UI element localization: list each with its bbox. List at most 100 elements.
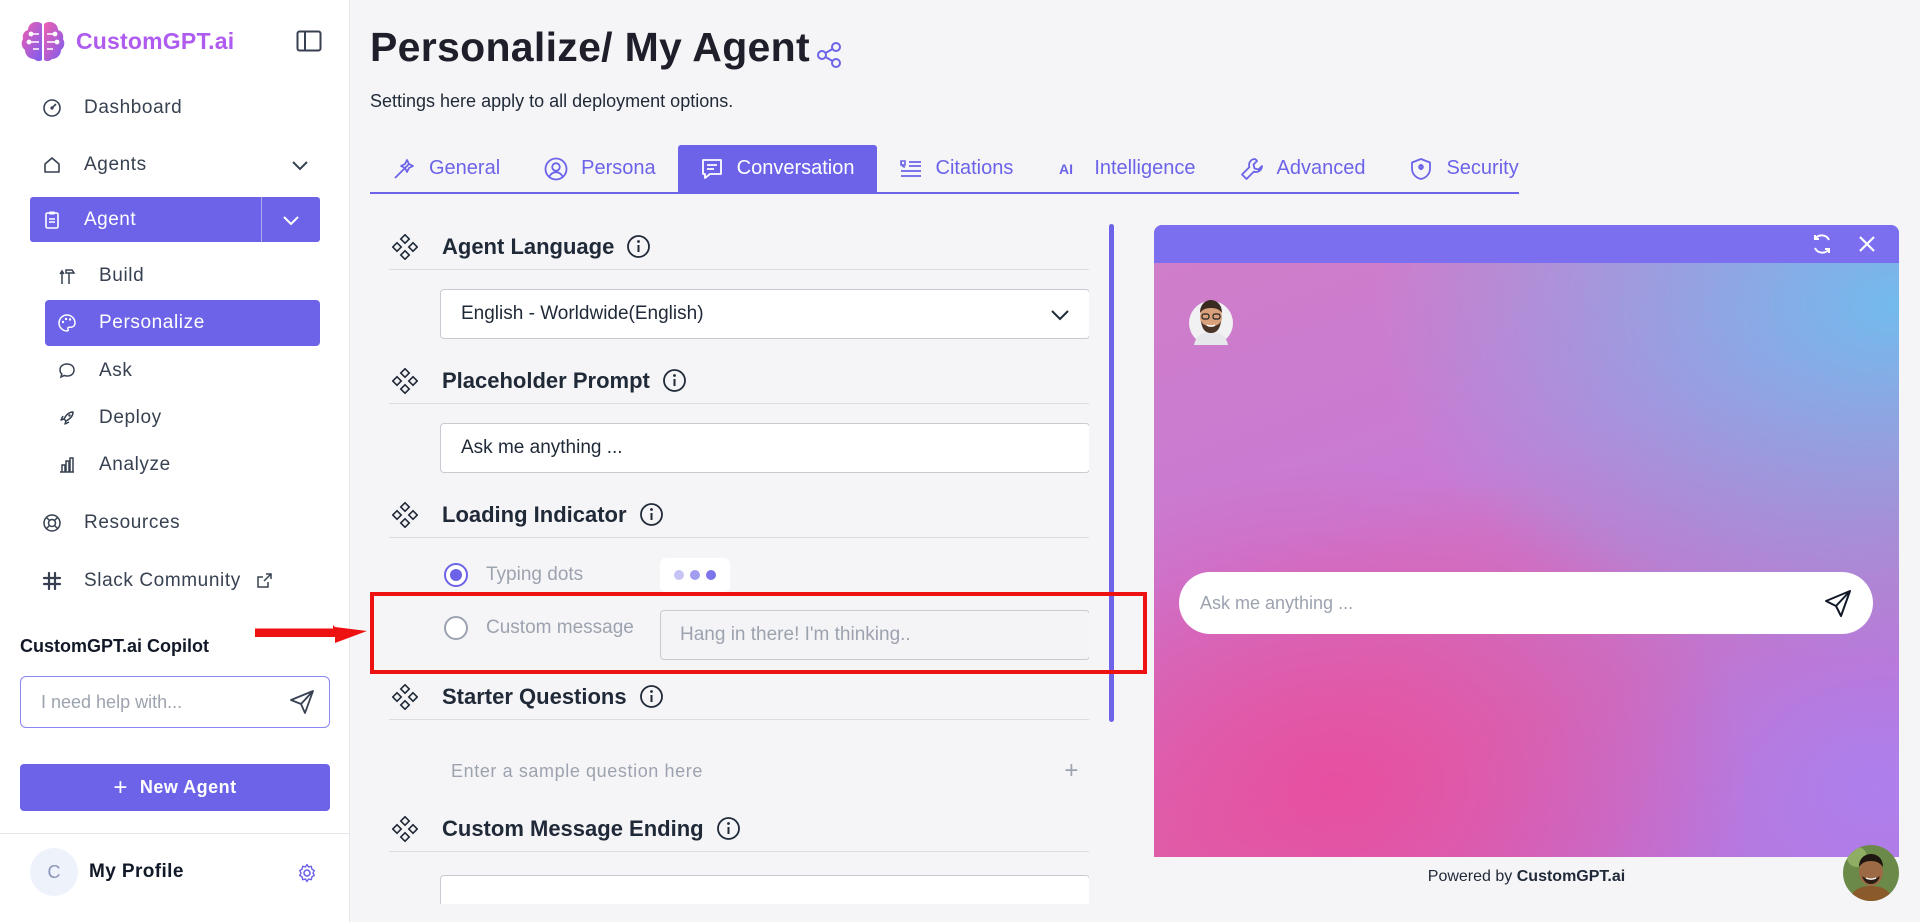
tab-label: Citations: [935, 157, 1014, 179]
send-icon[interactable]: [289, 689, 315, 715]
nav-slack-community[interactable]: Slack Community: [30, 559, 320, 603]
palette-icon: [58, 314, 76, 332]
tab-citations[interactable]: Citations: [877, 145, 1036, 192]
external-link-icon: [257, 573, 272, 588]
new-agent-label: New Agent: [139, 777, 237, 797]
chevron-down-icon[interactable]: [290, 155, 310, 175]
lifebuoy-icon: [43, 514, 61, 532]
drag-handle-icon[interactable]: [392, 815, 418, 842]
chat-bubble-icon: [59, 363, 75, 379]
dashboard-icon: [43, 99, 61, 117]
section-agent-language: Agent Language: [389, 224, 1089, 270]
section-label: Agent Language: [442, 233, 615, 259]
agent-dropdown-button[interactable]: [262, 197, 320, 242]
drag-handle-icon[interactable]: [392, 367, 418, 394]
quote-list-icon: [899, 159, 921, 177]
chevron-down-icon: [283, 215, 299, 225]
chat-input[interactable]: [1200, 592, 1823, 614]
section-message-ending: Custom Message Ending: [389, 806, 1089, 852]
tab-advanced[interactable]: Advanced: [1218, 145, 1388, 192]
ai-icon: AI: [1059, 161, 1073, 177]
close-icon[interactable]: [1856, 233, 1878, 255]
info-icon[interactable]: [716, 816, 741, 841]
nav-slack-label: Slack Community: [84, 570, 241, 591]
sample-question-placeholder[interactable]: Enter a sample question here: [451, 761, 703, 782]
copilot-title: CustomGPT.ai Copilot: [20, 636, 209, 656]
sample-question-row[interactable]: Enter a sample question here +: [451, 757, 1079, 785]
sub-item-label: Ask: [99, 360, 133, 381]
info-icon[interactable]: [639, 684, 664, 709]
tab-security[interactable]: Security: [1387, 145, 1540, 192]
settings-tabs: General Persona Conversation Citations A…: [370, 145, 1519, 194]
sidebar-toggle-icon[interactable]: [296, 30, 322, 52]
powered-brand[interactable]: CustomGPT.ai: [1517, 868, 1625, 885]
agent-avatar-icon: [1189, 300, 1233, 345]
agent-selector[interactable]: Agent: [30, 197, 320, 242]
conversation-settings: Agent Language English - Worldwide(Engli…: [389, 224, 1089, 904]
agent-selector-main[interactable]: Agent: [30, 197, 262, 242]
radio-button[interactable]: [444, 563, 468, 587]
chevron-down-icon: [1051, 310, 1069, 321]
placeholder-prompt-input[interactable]: Ask me anything ...: [440, 423, 1089, 473]
section-placeholder-prompt: Placeholder Prompt: [389, 358, 1089, 404]
brand-name: CustomGPT.ai: [76, 27, 235, 54]
copilot-input-box: [20, 676, 330, 728]
sub-item-label: Analyze: [99, 454, 171, 475]
tab-conversation[interactable]: Conversation: [677, 145, 877, 192]
nav-dashboard[interactable]: Dashboard: [30, 86, 320, 130]
wand-icon: [394, 158, 414, 179]
drag-handle-icon[interactable]: [392, 233, 418, 260]
section-starter-questions: Starter Questions: [389, 674, 1089, 720]
drag-handle-icon[interactable]: [392, 683, 418, 710]
info-icon[interactable]: [639, 502, 664, 527]
section-label: Starter Questions: [442, 683, 627, 709]
section-label: Loading Indicator: [442, 501, 627, 527]
powered-by: Powered by CustomGPT.ai: [1154, 868, 1899, 886]
tab-label: Intelligence: [1094, 157, 1196, 179]
new-agent-button[interactable]: + New Agent: [20, 764, 330, 811]
profile-section: C My Profile: [0, 833, 350, 922]
sub-item-analyze[interactable]: Analyze: [45, 442, 320, 488]
svg-text:AI: AI: [1059, 161, 1073, 177]
message-ending-input[interactable]: [440, 875, 1089, 904]
info-icon[interactable]: [626, 234, 651, 259]
refresh-icon[interactable]: [1810, 232, 1834, 256]
tab-intelligence[interactable]: AI Intelligence: [1035, 145, 1217, 192]
highlight-box: [370, 592, 1147, 674]
add-question-button[interactable]: +: [1064, 757, 1079, 785]
drag-handle-icon[interactable]: [392, 501, 418, 528]
placeholder-prompt-value: Ask me anything ...: [461, 437, 623, 458]
send-icon[interactable]: [1823, 588, 1853, 618]
user-circle-icon: [544, 157, 568, 180]
profile-name[interactable]: My Profile: [89, 861, 184, 883]
radio-typing-dots[interactable]: Typing dots: [444, 563, 583, 587]
copilot-input[interactable]: [41, 691, 289, 713]
tab-persona[interactable]: Persona: [522, 145, 678, 192]
sub-item-build[interactable]: Build: [45, 253, 320, 299]
sub-item-personalize[interactable]: Personalize: [45, 300, 320, 346]
chat-icon: [701, 158, 722, 179]
language-select[interactable]: English - Worldwide(English): [440, 289, 1089, 339]
gear-icon[interactable]: [297, 863, 317, 883]
chat-input-bar: [1179, 572, 1873, 634]
support-avatar-icon[interactable]: [1843, 845, 1899, 901]
clipboard-icon: [45, 211, 59, 229]
sub-item-deploy[interactable]: Deploy: [45, 395, 320, 441]
tab-label: Persona: [581, 157, 656, 179]
plus-icon: +: [113, 773, 128, 801]
sub-item-label: Deploy: [99, 407, 162, 428]
preview-header: [1154, 225, 1899, 263]
share-icon[interactable]: [814, 40, 844, 70]
info-icon[interactable]: [662, 368, 687, 393]
nav-dashboard-label: Dashboard: [84, 97, 183, 118]
sub-item-ask[interactable]: Ask: [45, 348, 320, 394]
tab-label: Conversation: [736, 157, 855, 179]
tab-label: Security: [1446, 157, 1519, 179]
nav-resources[interactable]: Resources: [30, 501, 320, 545]
tab-general[interactable]: General: [370, 145, 522, 192]
nav-agents[interactable]: Agents: [30, 143, 320, 187]
wrench-icon: [1240, 157, 1263, 180]
avatar[interactable]: C: [30, 848, 78, 896]
brand[interactable]: CustomGPT.ai: [20, 18, 234, 64]
sub-item-label: Build: [99, 265, 145, 286]
